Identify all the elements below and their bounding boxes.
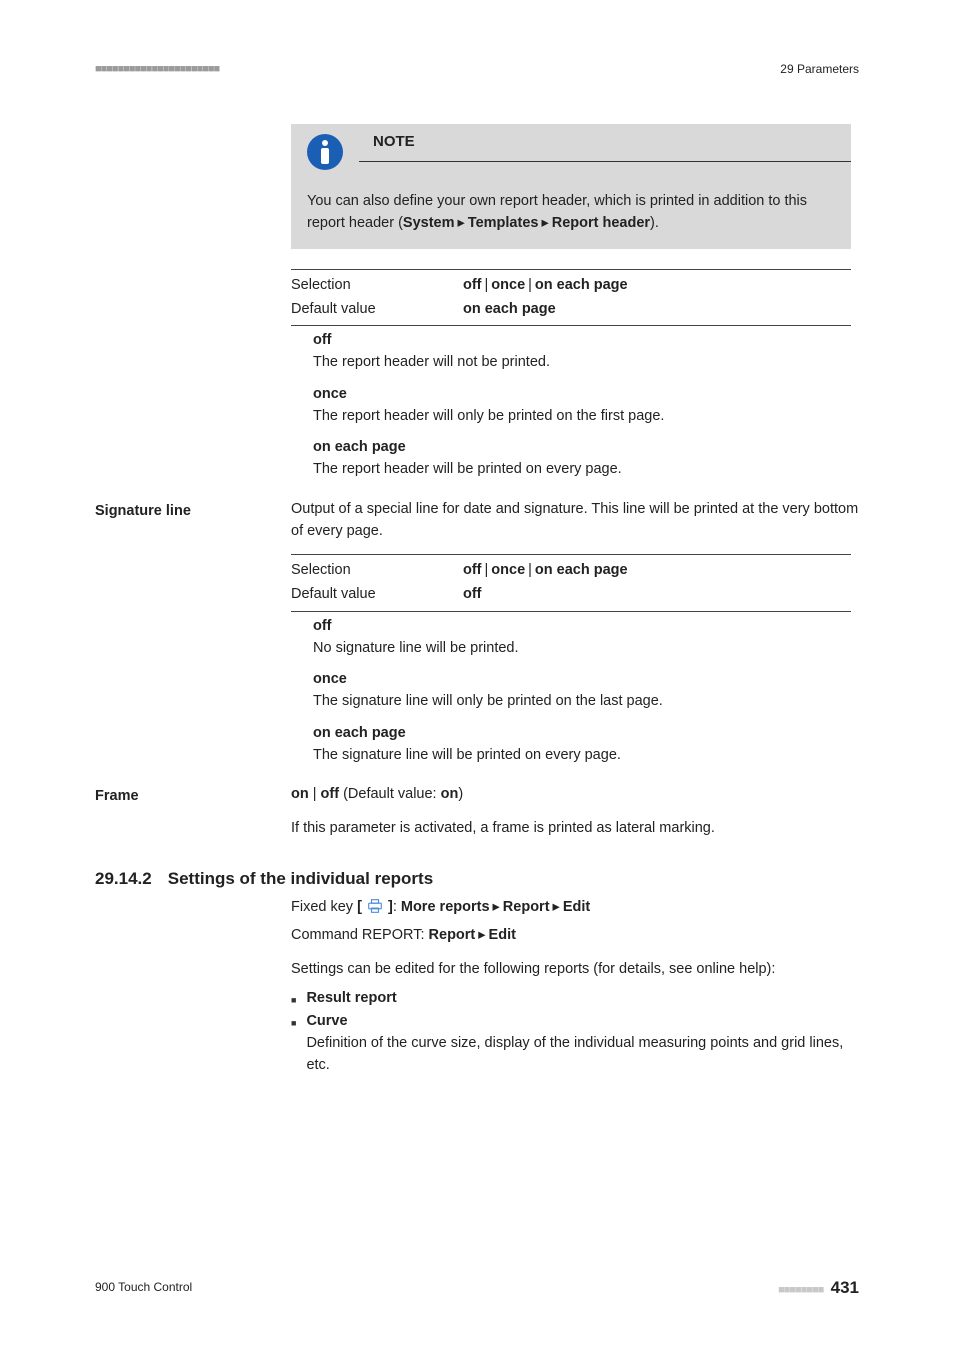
section-title: Settings of the individual reports <box>168 866 433 892</box>
signature-line-label: Signature line <box>95 499 275 523</box>
option-each-term: on each page <box>313 437 851 459</box>
report-header-selection-table: Selection off|once|on each page Default … <box>291 269 851 327</box>
footer-ornament: ■■■■■■■■ <box>778 1284 823 1296</box>
report-types-list: Result report Curve Definition of the cu… <box>291 987 851 1078</box>
print-icon <box>366 899 384 913</box>
option-off-desc: The report header will not be printed. <box>313 352 851 374</box>
selection-label: Selection <box>291 560 463 582</box>
curve-title: Curve <box>306 1013 347 1029</box>
selection-value: off|once|on each page <box>463 275 851 297</box>
frame-toggle: on | off (Default value: on) <box>291 784 859 806</box>
default-value: on each page <box>463 299 851 321</box>
command-report-line: Command REPORT: Report▸Edit <box>291 925 851 947</box>
header-chapter: 29 Parameters <box>780 60 859 78</box>
header-ornament-left: ■■■■■■■■■■■■■■■■■■■■■■ <box>95 61 219 78</box>
frame-label: Frame <box>95 784 275 808</box>
info-icon <box>291 124 359 180</box>
page-header: ■■■■■■■■■■■■■■■■■■■■■■ 29 Parameters <box>95 60 859 78</box>
frame-desc: If this parameter is activated, a frame … <box>291 818 859 840</box>
note-box: NOTE You can also define your own report… <box>291 124 851 249</box>
note-body: You can also define your own report head… <box>291 180 851 249</box>
section-intro: Settings can be edited for the following… <box>291 959 851 981</box>
page-footer: 900 Touch Control ■■■■■■■■ 431 <box>95 1275 859 1301</box>
option-off-term: off <box>313 330 851 352</box>
section-number: 29.14.2 <box>95 866 152 892</box>
note-title: NOTE <box>359 124 851 162</box>
signature-line-options: off No signature line will be printed. o… <box>291 612 851 773</box>
list-item: Result report <box>291 987 851 1011</box>
option-off-term: off <box>313 616 851 638</box>
option-once-term: once <box>313 384 851 406</box>
list-item: Curve Definition of the curve size, disp… <box>291 1010 851 1077</box>
option-once-term: once <box>313 669 851 691</box>
option-off-desc: No signature line will be printed. <box>313 638 851 660</box>
curve-desc: Definition of the curve size, display of… <box>306 1035 843 1073</box>
default-label: Default value <box>291 299 463 321</box>
selection-label: Selection <box>291 275 463 297</box>
option-each-desc: The signature line will be printed on ev… <box>313 745 851 767</box>
footer-product: 900 Touch Control <box>95 1278 192 1296</box>
section-heading: 29.14.2 Settings of the individual repor… <box>95 866 859 892</box>
fixed-key-line: Fixed key [ ]: More reports▸Report▸Edit <box>291 897 851 919</box>
option-once-desc: The signature line will only be printed … <box>313 691 851 713</box>
page-number: 431 <box>831 1278 859 1297</box>
result-report-title: Result report <box>306 990 396 1006</box>
default-label: Default value <box>291 584 463 606</box>
default-value: off <box>463 584 851 606</box>
signature-line-selection-table: Selection off|once|on each page Default … <box>291 554 851 612</box>
selection-value: off|once|on each page <box>463 560 851 582</box>
signature-line-intro: Output of a special line for date and si… <box>291 499 859 543</box>
report-header-options: off The report header will not be printe… <box>291 326 851 487</box>
option-each-desc: The report header will be printed on eve… <box>313 459 851 481</box>
option-each-term: on each page <box>313 723 851 745</box>
signature-line-section: Signature line Output of a special line … <box>95 499 859 543</box>
option-once-desc: The report header will only be printed o… <box>313 406 851 428</box>
frame-section: Frame on | off (Default value: on) If th… <box>95 784 859 840</box>
